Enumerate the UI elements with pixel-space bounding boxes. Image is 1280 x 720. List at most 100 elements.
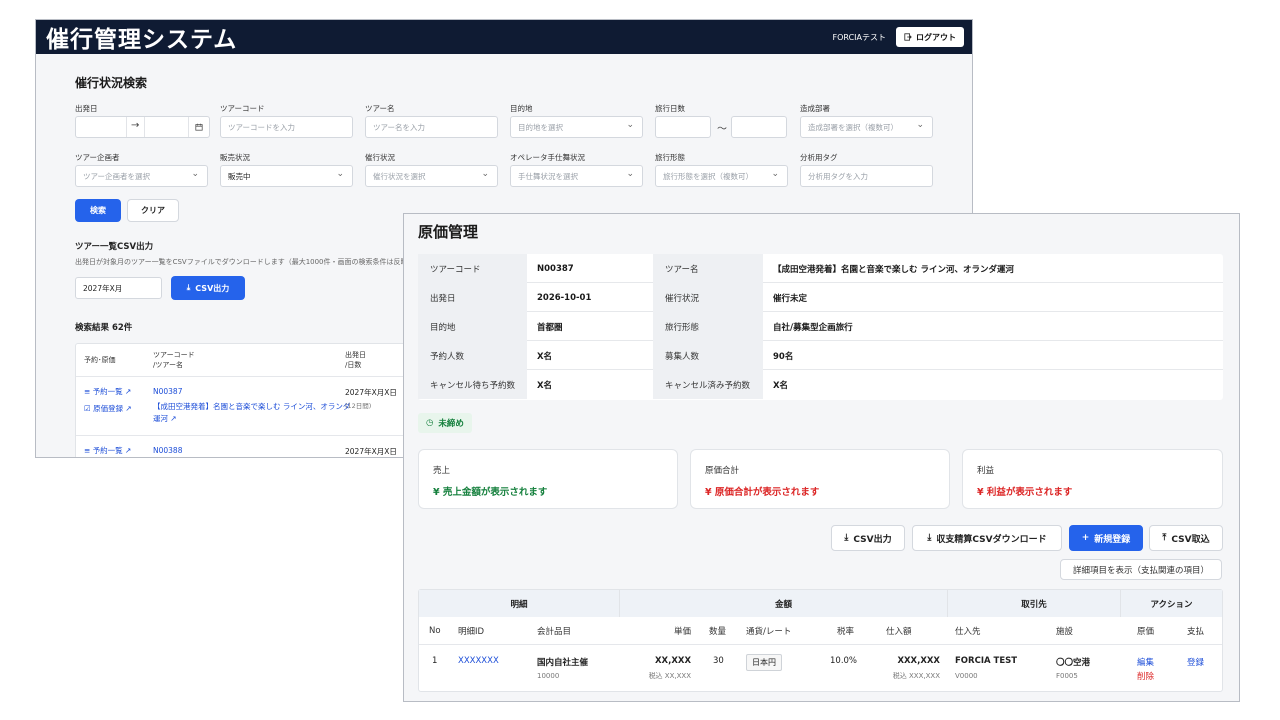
dept-label: 造成部署 (800, 104, 830, 113)
search-button[interactable]: 検索 (75, 199, 121, 222)
calendar-icon[interactable] (195, 123, 203, 131)
days-to-input[interactable] (731, 116, 787, 138)
tour-code-link[interactable]: N00388 (153, 445, 182, 457)
show-detail-button[interactable]: 詳細項目を表示（支払関連の項目） (1060, 559, 1222, 580)
settlement-csv-label: 収支精算CSVダウンロード (936, 534, 1047, 545)
row-divider (419, 644, 1222, 645)
csv-import-label: CSV取込 (1171, 534, 1210, 545)
sales-select[interactable]: 販売中 (220, 165, 353, 187)
tour-name-input[interactable]: ツアー名を入力 (365, 116, 498, 138)
planner-select[interactable]: ツアー企画者を選択 (75, 165, 208, 187)
settlement-csv-button[interactable]: ⤓ 収支精算CSVダウンロード (912, 525, 1062, 551)
search-title: 催行状況検索 (75, 76, 148, 90)
col-tax-rate: 税率 (837, 626, 855, 637)
col-unit-price: 単価 (673, 626, 691, 637)
info-row: キャンセル待ち予約数 X名 キャンセル済み予約数 X名 (418, 370, 1223, 399)
status-badge: ◷ 未締め (418, 413, 472, 433)
csv-description: 出発日が対象月のツアー一覧をCSVファイルでダウンロードします（最大1000件・… (75, 258, 415, 266)
info-value: 自社/募集型企画旅行 (773, 322, 853, 333)
facility-code: F0005 (1056, 672, 1078, 680)
account-code: 10000 (537, 672, 560, 680)
tag-input[interactable]: 分析用タグを入力 (800, 165, 933, 187)
form-select[interactable]: 旅行形態を選択（複数可） (655, 165, 788, 187)
dept-select[interactable]: 造成部署を選択（複数可） (800, 116, 933, 138)
list-icon: ≡ (84, 387, 91, 396)
edit-link[interactable]: 編集 (1137, 656, 1154, 668)
app-header: 催行管理システム FORCIAテスト ログアウト (36, 20, 972, 54)
info-label: 催行状況 (653, 283, 763, 312)
unit-price: XX,XXX (655, 656, 691, 666)
row-days: (12日間) (345, 402, 372, 410)
profit-value: ¥ 利益が表示されます (977, 487, 1073, 498)
departure-to-input[interactable] (144, 117, 189, 137)
cost-register-label: 原価登録 ↗ (93, 404, 132, 413)
tour-name-link-cont[interactable]: 運河 ↗ (153, 413, 177, 425)
profit-card: 利益 ¥ 利益が表示されます (962, 449, 1223, 509)
group-header-amount: 金額 (620, 590, 948, 617)
info-label: ツアーコード (418, 254, 527, 283)
days-from-input[interactable] (655, 116, 711, 138)
info-value: X名 (537, 351, 553, 362)
cost-total-value: ¥ 原価合計が表示されます (705, 487, 820, 498)
col-detail-id: 明細ID (458, 626, 485, 637)
new-register-button[interactable]: + 新規登録 (1069, 525, 1143, 551)
info-row: ツアーコード N00387 ツアー名 【成田空港発着】名園と音楽で楽しむ ライン… (418, 254, 1223, 283)
csv-import-button[interactable]: ⤒ CSV取込 (1149, 525, 1223, 551)
facility-name: 〇〇空港 (1056, 658, 1091, 668)
col-account: 会計品目 (537, 626, 572, 637)
col-qty: 数量 (709, 626, 727, 637)
reservation-list-link[interactable]: ≡ 予約一覧 ↗ (84, 386, 131, 398)
csv-month-input[interactable]: 2027年X月 (75, 277, 162, 299)
detail-id-link[interactable]: XXXXXXX (458, 656, 499, 666)
tour-name-link[interactable]: 【成田空港発着】名園と音楽で楽しむ ライン河、オランダ (153, 401, 350, 413)
planner-label: ツアー企画者 (75, 153, 120, 162)
sales-value: ¥ 売上金額が表示されます (433, 487, 548, 498)
tour-code-link[interactable]: N00387 (153, 386, 182, 398)
info-label: 出発日 (418, 283, 527, 312)
days-label: 旅行日数 (655, 104, 685, 113)
delete-link[interactable]: 削除 (1137, 670, 1154, 682)
new-register-label: 新規登録 (1094, 534, 1131, 545)
tour-code-input[interactable]: ツアーコードを入力 (220, 116, 353, 138)
operator-select[interactable]: 手仕舞状況を選択 (510, 165, 643, 187)
reservation-list-link[interactable]: ≡ 予約一覧 ↗ (84, 445, 131, 457)
col-header-reserve: 予約･原価 (84, 356, 116, 364)
cost-register-link[interactable]: ☑ 原価登録 ↗ (84, 403, 132, 415)
app-title: 催行管理システム (46, 27, 238, 53)
col-no: No (429, 625, 441, 636)
payment-register-link[interactable]: 登録 (1187, 656, 1204, 668)
logout-button[interactable]: ログアウト (896, 27, 964, 47)
unit-price-tax: 税込 XX,XXX (648, 672, 691, 680)
csv-export-button[interactable]: ⤓ CSV出力 (171, 276, 245, 300)
clear-button[interactable]: クリア (127, 199, 179, 222)
departure-arrow: → (131, 120, 140, 131)
info-value: N00387 (537, 263, 574, 274)
group-header-vendor: 取引先 (948, 590, 1121, 617)
row-no: 1 (432, 656, 438, 666)
info-value: X名 (537, 380, 553, 391)
csv-output-button[interactable]: ⤓ CSV出力 (831, 525, 905, 551)
info-label: キャンセル待ち予約数 (418, 370, 527, 399)
info-label: 予約人数 (418, 341, 527, 370)
operator-label: オペレータ手仕舞状況 (510, 153, 585, 162)
cost-detail-table: 明細 金額 取引先 アクション No 明細ID 会計品目 単価 数量 通貨/レー… (418, 589, 1223, 692)
logout-icon (904, 33, 912, 41)
logout-label: ログアウト (916, 32, 956, 42)
currency-badge: 日本円 (746, 654, 782, 671)
row-departure: 2027年X月X日 (345, 447, 397, 456)
group-header-action: アクション (1121, 590, 1222, 617)
info-label: キャンセル済み予約数 (653, 370, 763, 399)
download-icon: ⤓ (927, 533, 932, 543)
vendor-name: FORCIA TEST (955, 656, 1018, 666)
destination-select[interactable]: 目的地を選択 (510, 116, 643, 138)
cost-management-window: 原価管理 ツアーコード N00387 ツアー名 【成田空港発着】名園と音楽で楽し… (403, 213, 1240, 702)
departure-from-input[interactable] (82, 117, 127, 137)
info-row: 出発日 2026-10-01 催行状況 催行未定 (418, 283, 1223, 312)
col-header-days: /日数 (345, 361, 362, 369)
col-purchase-amount: 仕入額 (886, 626, 912, 637)
status-select[interactable]: 催行状況を選択 (365, 165, 498, 187)
tour-info-table: ツアーコード N00387 ツアー名 【成田空港発着】名園と音楽で楽しむ ライン… (418, 254, 1223, 400)
sales-label: 販売状況 (220, 153, 250, 162)
col-cost: 原価 (1137, 626, 1155, 637)
cost-total-label: 原価合計 (705, 466, 740, 476)
